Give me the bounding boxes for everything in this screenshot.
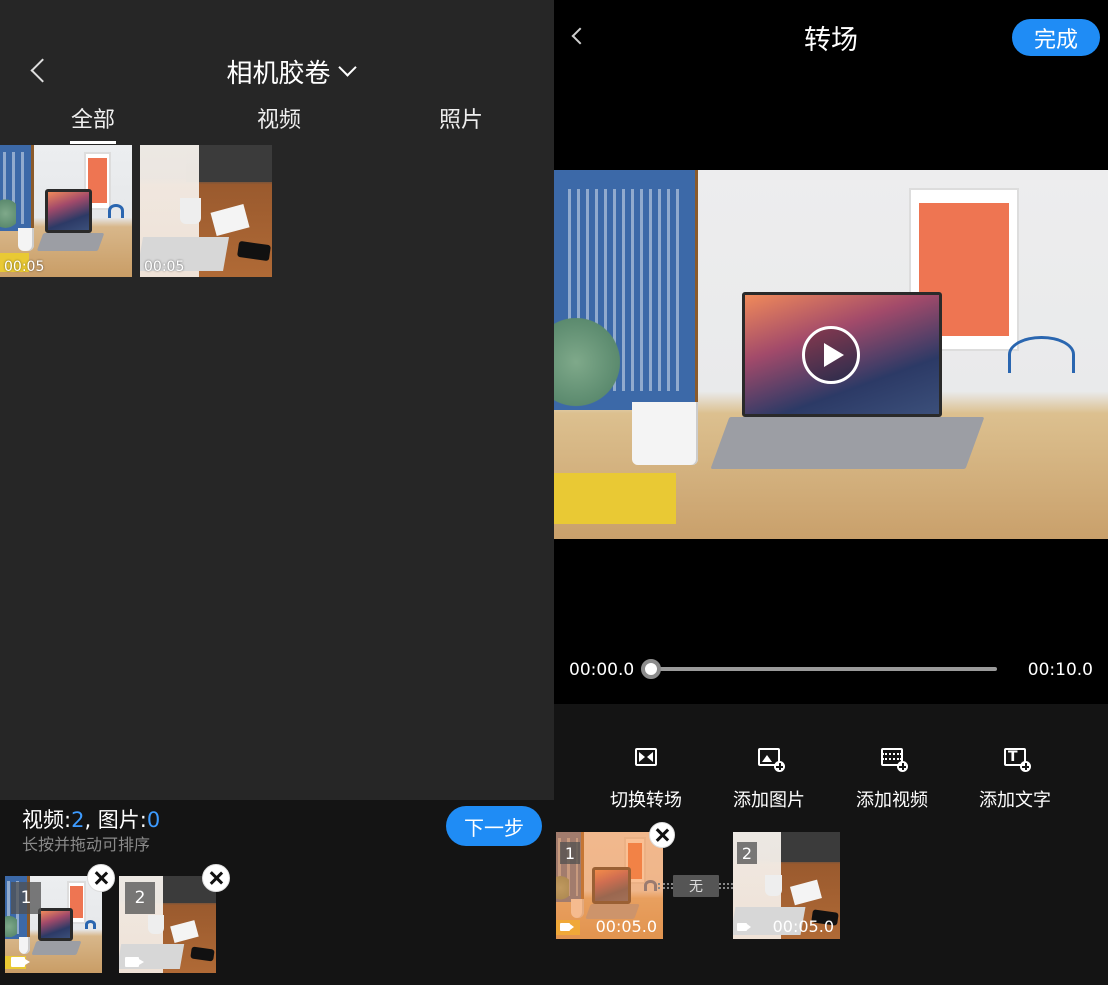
selection-counts: 视频:2, 图片:0 — [22, 804, 160, 834]
chevron-down-icon — [337, 58, 357, 77]
tab-photo[interactable]: 照片 — [416, 104, 506, 144]
tool-label: 添加视频 — [856, 790, 928, 811]
video-count: 2 — [71, 808, 85, 832]
clip-index-badge: 1 — [560, 842, 580, 864]
tool-label: 添加图片 — [733, 790, 805, 811]
add-image-icon — [757, 746, 785, 772]
play-button[interactable] — [802, 326, 860, 384]
video-camera-icon — [125, 957, 144, 967]
video-camera-icon — [11, 957, 30, 967]
video-count-label: 视频: — [22, 808, 72, 832]
clip-duration: 00:05.0 — [595, 917, 657, 936]
duration-label: 00:05 — [4, 259, 45, 275]
remove-selected-button[interactable] — [87, 864, 115, 892]
close-icon — [209, 871, 223, 885]
play-icon — [823, 343, 844, 367]
add-image-button[interactable]: 添加图片 — [714, 740, 824, 814]
video-camera-icon — [737, 923, 751, 931]
current-time: 00:00.0 — [569, 660, 635, 680]
close-icon — [94, 871, 108, 885]
done-button[interactable]: 完成 — [1012, 19, 1100, 56]
album-title: 相机胶卷 — [226, 58, 331, 89]
selected-item[interactable]: 2 — [119, 876, 216, 973]
add-text-icon: T — [1003, 746, 1031, 772]
duration-label: 00:05 — [144, 259, 185, 275]
transition-editor-panel: 转场 完成 00:00.0 00:10.0 切换转场 添加图片 添加视频 T 添… — [554, 0, 1108, 985]
order-index-badge: 2 — [125, 882, 155, 914]
chain-link-icon — [719, 883, 733, 889]
edit-toolbar: 切换转场 添加图片 添加视频 T 添加文字 1 00:05.0 无 2 00:0… — [554, 704, 1108, 985]
album-picker-panel: 相机胶卷 全部 视频 照片 00:05 00:05 视频:2, 图片:0 长按并… — [0, 0, 554, 985]
video-thumbnail — [0, 145, 132, 277]
video-preview[interactable] — [554, 170, 1108, 539]
progress-slider[interactable] — [652, 667, 997, 671]
clip-duration: 00:05.0 — [772, 917, 834, 936]
next-step-button[interactable]: 下一步 — [446, 806, 542, 846]
timeline-clip[interactable]: 2 00:05.0 — [733, 832, 840, 939]
media-grid-item[interactable]: 00:05 — [0, 145, 132, 277]
add-video-icon — [880, 746, 908, 772]
media-grid-item[interactable]: 00:05 — [140, 145, 272, 277]
media-type-tabs: 全部 视频 照片 — [0, 104, 554, 144]
album-selector[interactable]: 相机胶卷 — [200, 50, 380, 92]
tab-all[interactable]: 全部 — [48, 104, 138, 144]
video-camera-icon — [560, 923, 574, 931]
chain-link-icon — [658, 883, 673, 889]
switch-transition-button[interactable]: 切换转场 — [591, 740, 701, 814]
selection-tray: 视频:2, 图片:0 长按并拖动可排序 下一步 1 2 — [0, 800, 554, 985]
close-icon — [655, 828, 669, 842]
tab-video[interactable]: 视频 — [234, 104, 324, 144]
back-button[interactable] — [20, 50, 56, 90]
order-index-badge: 1 — [11, 882, 41, 914]
remove-clip-button[interactable] — [649, 822, 675, 848]
timeline-clip[interactable]: 1 00:05.0 — [556, 832, 663, 939]
transition-icon — [634, 746, 658, 768]
progress-knob[interactable] — [641, 659, 661, 679]
total-time: 00:10.0 — [1027, 660, 1093, 680]
video-thumbnail — [140, 145, 272, 277]
selected-item[interactable]: 1 — [5, 876, 102, 973]
sort-hint: 长按并拖动可排序 — [22, 835, 151, 854]
photo-count-label: , 图片: — [84, 808, 147, 832]
tool-label: 切换转场 — [610, 790, 682, 811]
add-video-button[interactable]: 添加视频 — [837, 740, 947, 814]
photo-count: 0 — [146, 808, 161, 832]
remove-selected-button[interactable] — [202, 864, 230, 892]
add-text-button[interactable]: T 添加文字 — [960, 740, 1070, 814]
tool-label: 添加文字 — [979, 790, 1051, 811]
transition-chip[interactable]: 无 — [673, 875, 719, 897]
clip-index-badge: 2 — [737, 842, 757, 864]
chevron-left-icon — [29, 57, 55, 83]
